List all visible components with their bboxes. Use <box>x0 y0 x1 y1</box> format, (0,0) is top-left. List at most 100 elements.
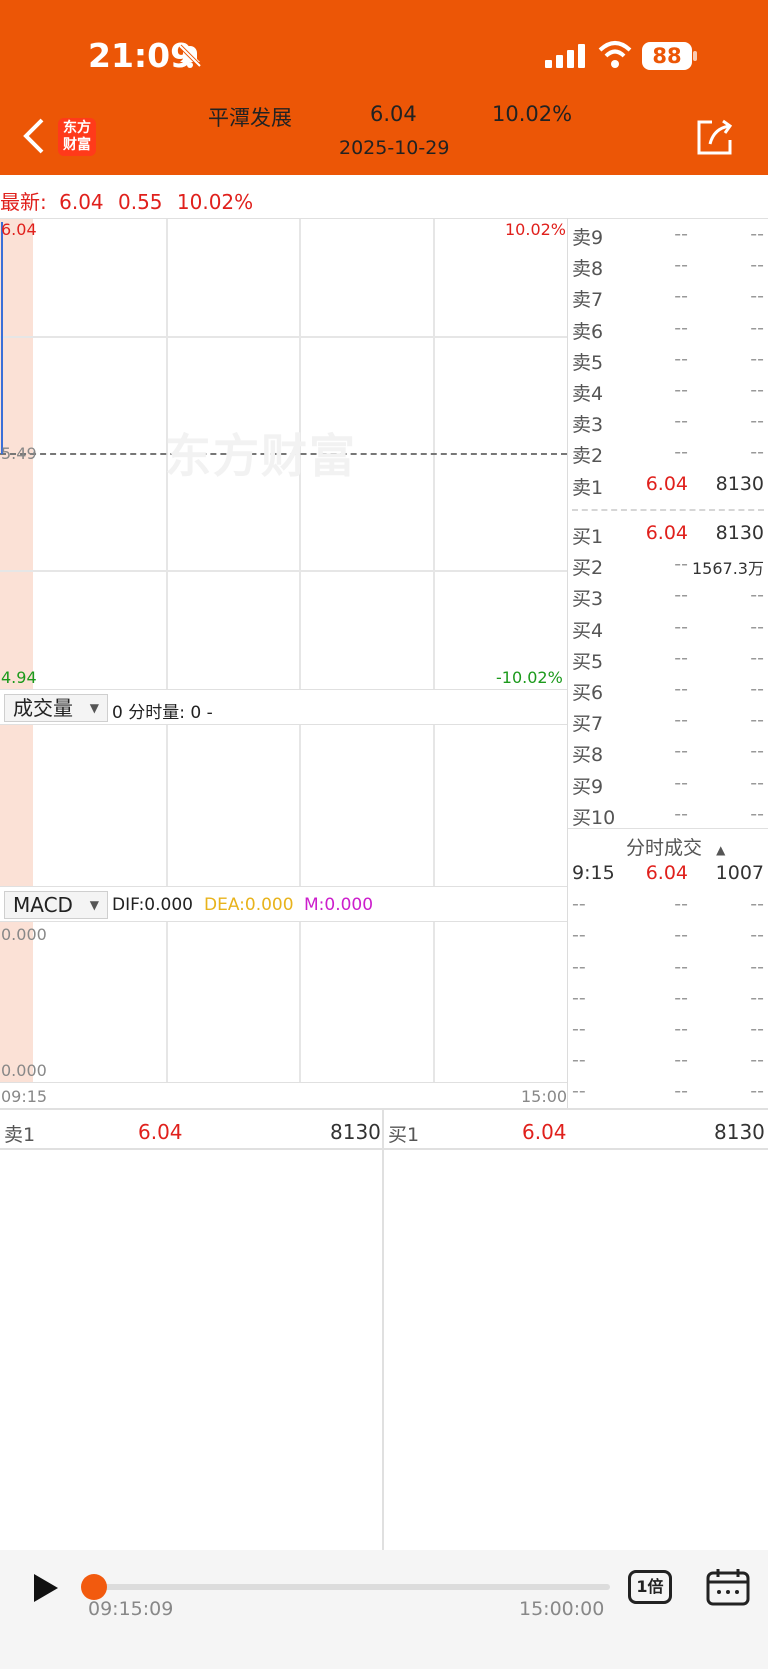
trade-time: -- <box>572 1049 586 1072</box>
divider <box>0 1148 768 1150</box>
sort-up-icon: ▲ <box>716 843 726 857</box>
latest-price: 6.04 <box>59 190 104 214</box>
trade-time: -- <box>572 893 586 916</box>
trade-price: -- <box>674 986 688 1009</box>
divider <box>568 828 768 829</box>
divider <box>0 1082 567 1083</box>
order-volume: -- <box>750 771 764 794</box>
trade-time: -- <box>572 1080 586 1103</box>
summary-sell-price: 6.04 <box>138 1120 183 1144</box>
order-book-row: 买5 -- -- <box>572 647 764 678</box>
order-label: 买8 <box>572 744 604 767</box>
trade-volume: -- <box>750 1018 764 1040</box>
macd-select-label: MACD <box>13 893 73 917</box>
order-volume: 8130 <box>715 472 764 495</box>
order-price: -- <box>674 254 688 277</box>
divider <box>0 886 567 887</box>
order-price: -- <box>674 347 688 370</box>
stock-price: 6.04 <box>370 102 417 126</box>
grid-vline <box>166 922 168 1082</box>
macd-dea: DEA:0.000 <box>204 895 294 915</box>
trade-time: 9:15 <box>572 862 615 884</box>
grid-vline <box>299 922 301 1082</box>
order-book-row: 卖1 6.04 8130 <box>572 473 764 504</box>
eastmoney-logo: 东方财富 <box>58 118 96 156</box>
trade-time: -- <box>572 1018 586 1040</box>
latest-quote: 最新: 6.04 0.55 10.02% <box>0 186 253 215</box>
share-icon[interactable] <box>696 118 734 156</box>
price-max-label: 6.04 <box>1 220 37 239</box>
divider <box>0 921 567 922</box>
order-volume: -- <box>750 678 764 700</box>
order-volume: -- <box>750 646 764 669</box>
order-volume: -- <box>750 410 764 433</box>
bell-muted-icon <box>178 44 202 68</box>
time-axis-start: 09:15 <box>1 1087 48 1106</box>
order-book-row: 卖2 -- -- <box>572 441 764 472</box>
grid-hline <box>0 336 567 338</box>
trade-volume: -- <box>750 955 764 978</box>
trade-volume: -- <box>750 1080 764 1103</box>
price-min-label: 4.94 <box>1 668 37 687</box>
order-volume: -- <box>750 379 764 401</box>
premarket-highlight <box>0 922 33 1082</box>
premarket-highlight <box>0 725 33 886</box>
order-price: -- <box>674 584 688 607</box>
volume-indicator-select[interactable]: 成交量 ▼ <box>4 694 108 722</box>
trade-price: -- <box>674 1049 688 1072</box>
trade-price: 6.04 <box>645 862 688 884</box>
order-price: -- <box>674 646 688 669</box>
trade-price: -- <box>674 1018 688 1040</box>
latest-label: 最新: <box>0 190 47 214</box>
order-book-row: 买7 -- -- <box>572 709 764 740</box>
order-price: -- <box>674 615 688 638</box>
back-arrow-icon[interactable] <box>22 118 46 154</box>
order-book-row: 买1 6.04 8130 <box>572 522 764 553</box>
order-book-row: 卖7 -- -- <box>572 285 764 316</box>
order-label: 买5 <box>572 650 604 673</box>
order-label: 买2 <box>572 557 604 580</box>
volume-select-label: 成交量 <box>13 696 73 720</box>
order-volume: -- <box>750 740 764 763</box>
order-volume: -- <box>750 347 764 370</box>
price-line <box>1 222 3 454</box>
order-book-row: 买2 -- 1567.3万 <box>572 553 764 584</box>
summary-sell-label: 卖1 <box>4 1124 36 1146</box>
trade-price: -- <box>674 893 688 916</box>
order-volume: -- <box>750 802 764 825</box>
speed-button[interactable]: 1倍 <box>628 1570 672 1604</box>
order-price: -- <box>674 802 688 825</box>
order-label: 买3 <box>572 588 604 611</box>
order-price: -- <box>674 441 688 464</box>
macd-top-label: 0.000 <box>1 925 47 944</box>
stock-date: 2025-10-29 <box>339 137 450 159</box>
order-price: -- <box>674 379 688 401</box>
trade-row: 9:15 6.04 1007 <box>572 862 764 893</box>
trade-time: -- <box>572 955 586 978</box>
stock-change-pct: 10.02% <box>492 102 573 126</box>
grid-vline <box>299 725 301 886</box>
grid-vline <box>433 922 435 1082</box>
trade-row: -- -- -- <box>572 987 764 1018</box>
order-price: -- <box>674 771 688 794</box>
playback-knob[interactable] <box>81 1574 107 1600</box>
trades-header[interactable]: 分时成交 ▲ <box>626 833 725 860</box>
grid-hline <box>0 570 567 572</box>
trade-row: -- -- -- <box>572 1018 764 1049</box>
order-label: 卖3 <box>572 414 604 437</box>
order-price: -- <box>674 740 688 763</box>
order-label: 卖8 <box>572 258 604 281</box>
order-label: 卖5 <box>572 351 604 374</box>
order-price: -- <box>674 553 688 576</box>
order-book-row: 卖6 -- -- <box>572 317 764 348</box>
macd-indicator-select[interactable]: MACD ▼ <box>4 891 108 919</box>
calendar-icon[interactable] <box>706 1568 750 1606</box>
trade-time: -- <box>572 986 586 1009</box>
watermark: 东方财富 <box>165 429 357 483</box>
grid-vline <box>433 725 435 886</box>
grid-vline <box>166 725 168 886</box>
price-mid-label: 5.49 <box>1 444 37 463</box>
play-icon[interactable] <box>32 1572 60 1604</box>
order-volume: -- <box>750 584 764 607</box>
playback-track[interactable] <box>94 1584 610 1590</box>
